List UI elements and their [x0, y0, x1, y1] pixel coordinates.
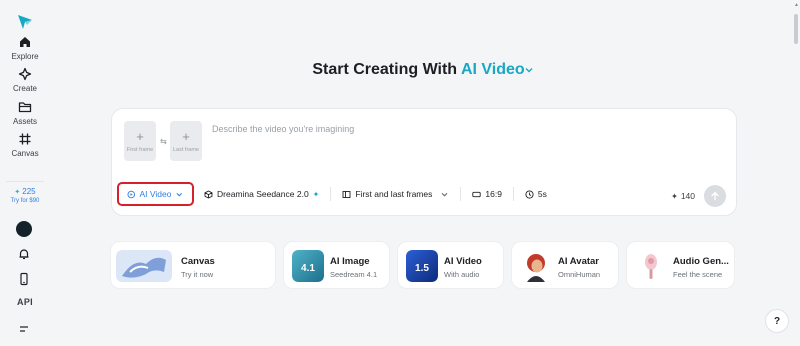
prompt-card: + First frame ⇆ + Last frame AI Video Dr… — [111, 108, 737, 216]
credits-count: 225 — [22, 187, 36, 196]
feature-card-ai-avatar[interactable]: AI Avatar OmniHuman — [511, 241, 619, 289]
card-subtitle: Seedream 4.1 — [330, 270, 378, 279]
feature-card-audio-gen[interactable]: Audio Gen... Feel the scene — [626, 241, 735, 289]
cube-icon — [204, 190, 213, 198]
duration-select[interactable]: 5s — [519, 182, 553, 206]
ai-image-thumbnail: 4.1 — [292, 250, 324, 282]
prompt-input[interactable] — [212, 119, 712, 139]
dreamina-logo-icon[interactable] — [16, 13, 34, 31]
clock-icon — [525, 189, 534, 199]
card-subtitle: With audio — [444, 270, 480, 279]
plus-icon: + — [182, 128, 190, 144]
mode-select-label: AI Video — [139, 189, 172, 199]
credit-cost: ✦ 140 — [671, 191, 695, 201]
card-subtitle: Feel the scene — [673, 270, 723, 279]
ai-video-thumbnail: 1.5 — [406, 250, 438, 282]
api-link[interactable]: API — [0, 297, 50, 307]
page-title: Start Creating With AI Video — [0, 61, 800, 79]
canvas-thumbnail — [116, 250, 172, 282]
generate-button[interactable] — [704, 185, 726, 207]
divider — [512, 187, 514, 201]
duration-label: 5s — [537, 189, 547, 199]
credit-sparkle-icon: ✦ — [671, 191, 678, 201]
menu-icon[interactable] — [17, 322, 31, 336]
sidebar-item-explore[interactable]: Explore — [0, 35, 50, 61]
feature-card-canvas[interactable]: Canvas Try it now — [110, 241, 276, 289]
aspect-ratio-select[interactable]: 16:9 — [466, 182, 508, 206]
model-select[interactable]: Dreamina Seedance 2.0 ✦ — [198, 182, 325, 206]
chevron-down-icon — [525, 67, 533, 73]
canvas-grid-icon — [19, 133, 31, 145]
help-icon: ? — [773, 315, 781, 327]
frames-select-label: First and last frames — [355, 189, 433, 199]
folder-icon — [18, 102, 32, 113]
feature-card-ai-video[interactable]: 1.5 AI Video With audio — [397, 241, 504, 289]
model-select-label: Dreamina Seedance 2.0 — [217, 189, 309, 199]
last-frame-label: Last frame — [173, 146, 199, 153]
avatar[interactable] — [16, 221, 32, 237]
card-title: Canvas — [181, 256, 215, 267]
home-icon — [20, 37, 30, 47]
ai-image-badge: 4.1 — [301, 263, 315, 274]
card-title: AI Avatar — [558, 256, 600, 267]
generation-toolbar: AI Video Dreamina Seedance 2.0 ✦ First a… — [117, 182, 558, 206]
scroll-up-arrow-icon[interactable]: ▲ — [794, 2, 799, 8]
credits-widget[interactable]: ✦ 225 Try for $90 — [6, 181, 44, 211]
swap-frames-icon[interactable]: ⇆ — [160, 137, 167, 146]
sidebar-item-label: Assets — [12, 117, 37, 126]
video-sparkle-icon — [127, 190, 136, 198]
divider — [330, 187, 332, 201]
arrow-up-icon — [711, 191, 719, 201]
plus-icon: + — [136, 128, 144, 144]
page-title-prefix: Start Creating With — [312, 61, 458, 78]
sidebar-item-assets[interactable]: Assets — [0, 100, 50, 126]
frames-select[interactable]: First and last frames — [336, 182, 455, 206]
aspect-ratio-icon — [472, 191, 482, 197]
frames-icon — [342, 190, 351, 198]
ai-avatar-thumbnail — [520, 250, 552, 282]
mode-select[interactable]: AI Video — [117, 182, 194, 206]
last-frame-upload[interactable]: + Last frame — [170, 121, 202, 161]
bell-icon[interactable] — [17, 247, 31, 261]
divider — [460, 187, 462, 201]
first-frame-upload[interactable]: + First frame — [124, 121, 156, 161]
feature-card-ai-image[interactable]: 4.1 AI Image Seedream 4.1 — [283, 241, 390, 289]
card-title: AI Image — [330, 256, 370, 267]
try-offer-link[interactable]: Try for $90 — [11, 198, 40, 204]
first-frame-label: First frame — [126, 146, 154, 153]
sidebar-item-label: Explore — [11, 52, 39, 61]
chevron-down-icon — [441, 192, 448, 197]
mode-dropdown[interactable]: AI Video — [461, 61, 533, 78]
audio-gen-thumbnail — [635, 250, 667, 282]
card-title: Audio Gen... — [673, 256, 729, 267]
sidebar-item-label: Create — [12, 84, 37, 93]
sidebar-item-label: Canvas — [11, 149, 39, 158]
credits-sparkle-icon: ✦ — [14, 188, 21, 196]
mobile-app-icon[interactable] — [17, 272, 31, 286]
card-subtitle: Try it now — [181, 270, 214, 279]
card-title: AI Video — [444, 256, 482, 267]
model-sparkle-icon: ✦ — [312, 189, 320, 199]
scrollbar[interactable]: ▲ — [792, 0, 800, 346]
sidebar-item-canvas[interactable]: Canvas — [0, 132, 50, 158]
ai-video-badge: 1.5 — [415, 263, 429, 274]
chevron-down-icon — [177, 192, 183, 196]
credit-cost-value: 140 — [680, 191, 695, 201]
aspect-ratio-label: 16:9 — [485, 189, 502, 199]
credits-count-row: ✦ 225 — [14, 187, 35, 196]
mode-dropdown-label: AI Video — [460, 61, 525, 78]
sidebar: Explore Create Assets Canvas ✦ 225 Try f… — [0, 0, 50, 346]
card-subtitle: OmniHuman — [558, 270, 601, 279]
scrollbar-thumb[interactable] — [794, 14, 798, 44]
help-button[interactable]: ? — [765, 309, 789, 333]
